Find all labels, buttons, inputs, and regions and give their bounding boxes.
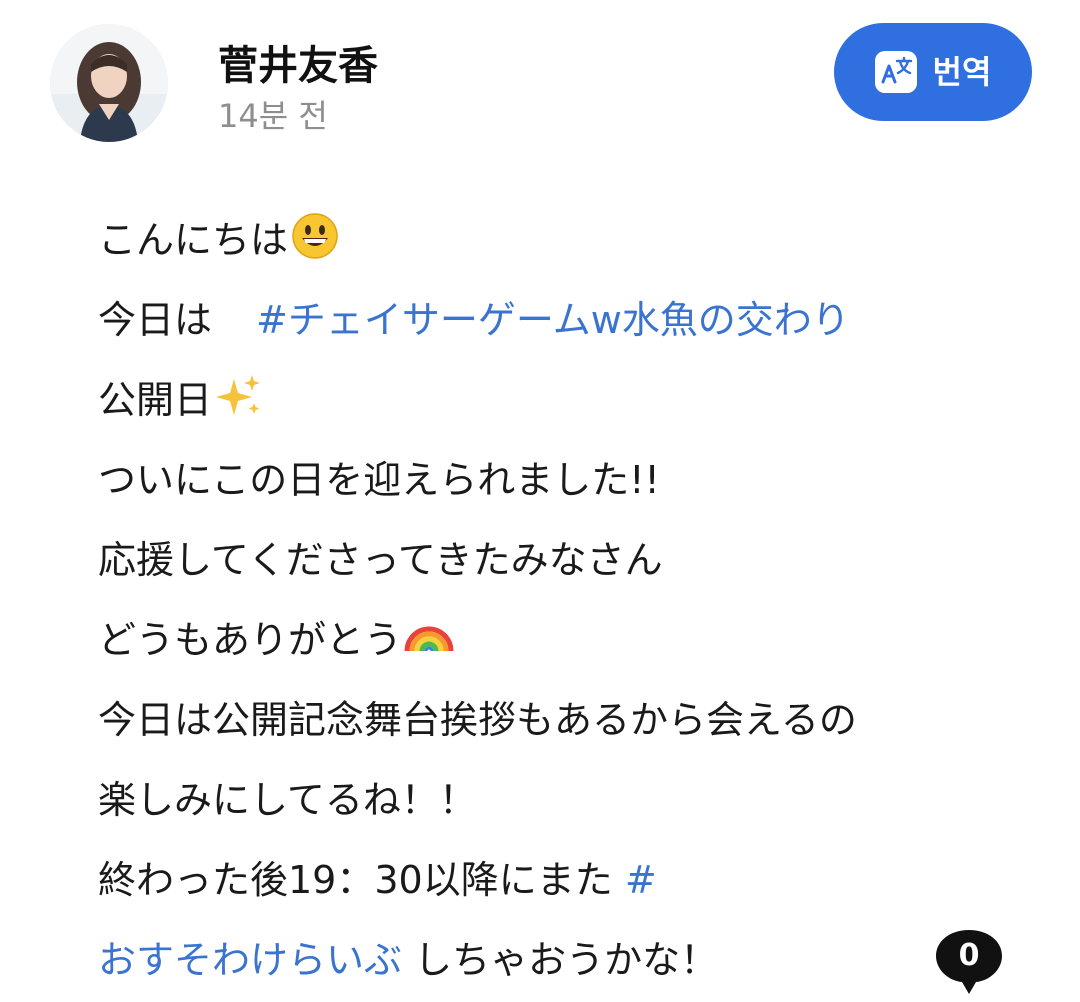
comment-count: 0 xyxy=(958,938,980,973)
body-text: 楽しみにしてるね！！ xyxy=(98,778,477,822)
post-header: 菅井友香 14분 전 번역 xyxy=(0,0,1080,170)
body-text: 終わった後19：30以降にまた xyxy=(98,858,613,902)
body-line-5: 応援してくださってきたみなさん xyxy=(98,520,1038,600)
comment-count-badge[interactable]: 0 xyxy=(934,928,1004,998)
body-text: ついにこの日を迎えられました!! xyxy=(98,458,660,502)
translate-button[interactable]: 번역 xyxy=(834,23,1032,121)
body-line-6: どうもありがとう xyxy=(98,600,1038,680)
body-line-8: 楽しみにしてるね！！ xyxy=(98,760,1038,840)
body-text: しちゃおうかな！ xyxy=(414,938,719,982)
avatar-photo-icon xyxy=(50,24,168,142)
body-line-3: 公開日 xyxy=(98,360,1038,440)
body-text: 今日は xyxy=(98,298,213,342)
body-line-4: ついにこの日を迎えられました!! xyxy=(98,440,1038,520)
body-text: 公開日 xyxy=(98,378,213,422)
hashtag-link[interactable]: # xyxy=(625,858,657,902)
body-line-10: おすそわけらいぶ しちゃおうかな！ xyxy=(98,920,1038,1000)
hashtag-link[interactable]: #チェイサーゲームw水魚の交わり xyxy=(256,298,850,342)
body-text: 今日は公開記念舞台挨拶もあるから会えるの xyxy=(98,698,857,742)
translate-label: 번역 xyxy=(932,53,992,91)
rainbow-emoji-icon xyxy=(404,626,454,652)
author-name[interactable]: 菅井友香 xyxy=(218,38,378,94)
body-line-9: 終わった後19：30以降にまた # xyxy=(98,840,1038,920)
body-text: こんにちは xyxy=(98,218,289,262)
translate-icon xyxy=(874,51,917,93)
author-avatar[interactable] xyxy=(50,24,168,142)
grinning-face-emoji-icon xyxy=(292,213,338,259)
body-line-2: 今日は #チェイサーゲームw水魚の交わり xyxy=(98,280,1038,360)
post-timestamp: 14분 전 xyxy=(218,97,328,135)
body-line-1: こんにちは xyxy=(98,200,1038,280)
body-text: どうもありがとう xyxy=(98,618,403,662)
sparkles-emoji-icon xyxy=(216,375,261,415)
body-text: 応援してくださってきたみなさん xyxy=(98,538,663,582)
body-line-7: 今日は公開記念舞台挨拶もあるから会えるの xyxy=(98,680,1038,760)
post-body: こんにちは 今日は #チェイサーゲームw水魚の交わり 公開日 ついにこの日を迎えら… xyxy=(98,200,1038,1000)
hashtag-link[interactable]: おすそわけらいぶ xyxy=(98,938,402,982)
